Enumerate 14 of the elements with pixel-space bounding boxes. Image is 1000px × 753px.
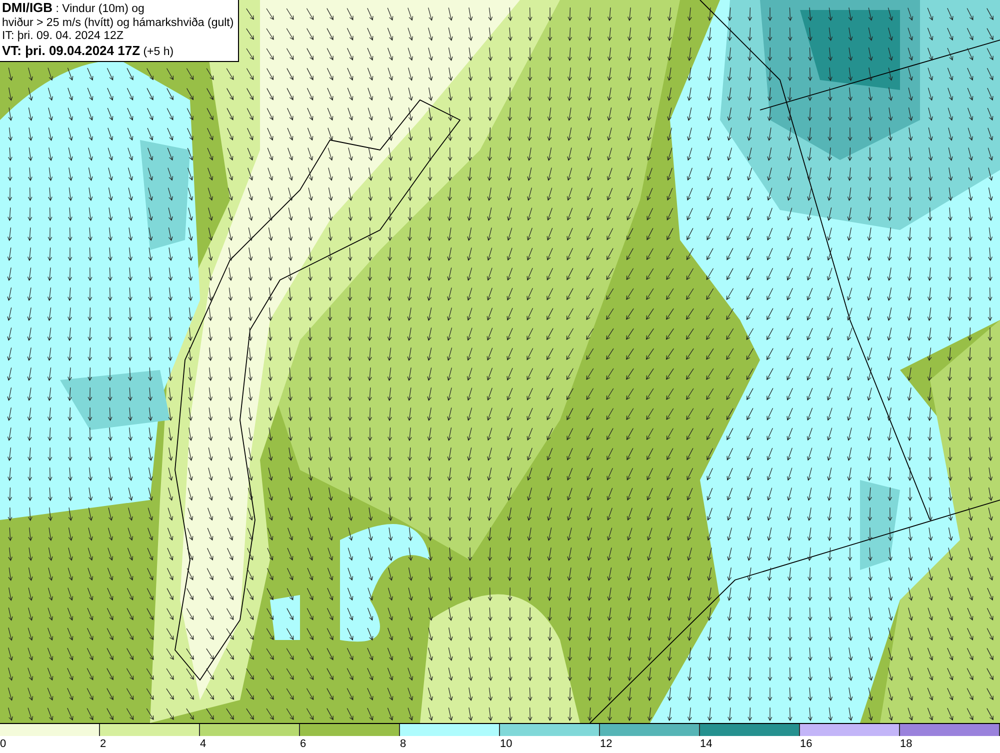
legend-label: 4 <box>200 738 206 750</box>
legend-label: 12 <box>600 738 612 750</box>
legend-label: 6 <box>300 738 306 750</box>
info-text: DMI/IGB : Vindur (10m) og <box>2 1 146 16</box>
legend-label: 14 <box>700 738 712 750</box>
legend-label: 16 <box>800 738 812 750</box>
legend-label: 18 <box>900 738 912 750</box>
legend-label: 8 <box>400 738 406 750</box>
legend-label: 0 <box>0 738 6 750</box>
legend-label: 2 <box>100 738 106 750</box>
info-text: hviður > 25 m/s (hvítt) og hámarkshviða (gult) <box>2 16 234 30</box>
info-text: IT: þri. 09. 04. 2024 12Z <box>2 30 124 44</box>
info-text: VT: þri. 09.04.2024 17Z (+5 h) <box>2 44 175 59</box>
legend-label: 10 <box>500 738 512 750</box>
